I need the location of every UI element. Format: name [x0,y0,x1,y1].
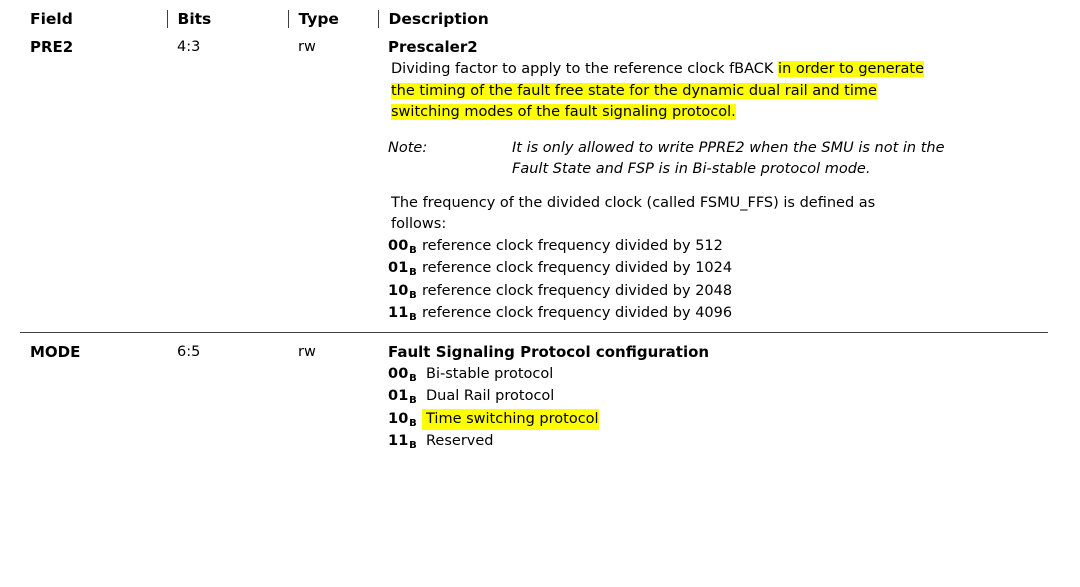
frequency-explanation-line-2: follows: [391,216,447,232]
option-code-base: B [409,395,417,406]
column-header-bits: Bits [166,10,288,28]
intro-highlight-line-1: in order to generate [778,61,925,77]
list-item: 11B Reserved [388,431,1048,454]
option-code: 00B [388,237,417,256]
option-code: 01B [388,388,417,406]
note-line-2: Fault State and FSP is in Bi-stable prot… [512,161,871,177]
table-row: PRE2 4:3 rw Prescaler2 Dividing factor t… [20,28,1048,332]
option-code: 10B [388,282,417,301]
table-body: PRE2 4:3 rw Prescaler2 Dividing factor t… [20,28,1048,460]
field-bits-pre2: 4:3 [177,39,201,55]
option-text: reference clock frequency divided by 512 [422,237,723,254]
table-header: Field Bits Type Description [20,10,1048,28]
option-code: 00B [388,365,417,384]
option-code-base: B [409,372,417,384]
field-name-pre2: PRE2 [30,38,74,56]
option-text: reference clock frequency divided by 204… [422,282,733,299]
table-row: MODE 6:5 rw Fault Signaling Protocol con… [20,331,1048,460]
list-item: 01B reference clock frequency divided by… [388,258,1048,281]
table-header-row: Field Bits Type Description [20,10,1048,28]
note-block-pre2: Note: It is only allowed to write PPRE2 … [388,138,1048,181]
option-code: 11B [388,305,417,323]
description-intro-pre2-line3: switching modes of the fault signaling p… [388,102,1048,124]
option-text: Time switching protocol [422,408,599,430]
option-code: 10B [388,410,417,429]
option-code-base: B [409,267,417,278]
option-code-base: B [409,417,417,429]
description-title-mode: Fault Signaling Protocol configuration [388,342,710,361]
option-code-base: B [409,440,417,451]
list-item: 00B Bi-stable protocol [388,364,1048,387]
frequency-explanation-line-1: The frequency of the divided clock (call… [391,194,876,211]
option-text: reference clock frequency divided by 409… [422,305,733,321]
column-header-description: Description [377,10,1048,28]
intro-highlight-line-3: switching modes of the fault signaling p… [391,104,736,120]
column-header-type: Type [287,10,378,28]
list-item: 10B reference clock frequency divided by… [388,281,1048,304]
value-option-list-mode: 00B Bi-stable protocol 01B Dual Rail pro… [388,364,1048,454]
note-label: Note: [388,139,428,156]
option-text: Bi-stable protocol [426,365,554,382]
intro-plain-text: Dividing factor to apply to the referenc… [391,61,779,77]
list-item: 11B reference clock frequency divided by… [388,303,1048,326]
column-header-field: Field [30,10,73,28]
option-code-base: B [409,289,417,301]
option-code: 01B [388,260,417,278]
list-item: 00B reference clock frequency divided by… [388,236,1048,259]
note-body: It is only allowed to write PPRE2 when t… [512,138,1048,181]
field-description-pre2: Prescaler2 Dividing factor to apply to t… [378,28,1048,332]
option-text: Dual Rail protocol [426,388,555,404]
value-option-list-pre2: 00B reference clock frequency divided by… [388,236,1048,326]
description-intro-pre2: Dividing factor to apply to the referenc… [388,59,1048,81]
option-code: 11B [388,433,417,451]
description-title-pre2: Prescaler2 [388,38,478,56]
description-intro-pre2-line2: the timing of the fault free state for t… [388,81,1048,103]
field-name-mode: MODE [20,331,167,460]
register-description-document: Field Bits Type Description PRE2 4:3 rw … [0,0,1080,587]
option-code-base: B [409,312,417,323]
field-type-mode: rw [288,331,378,460]
intro-highlight-line-2: the timing of the fault free state for t… [391,82,877,99]
list-item: 10B Time switching protocol [388,408,1048,432]
option-code-base: B [409,244,417,256]
option-text: Reserved [426,433,494,449]
list-item: 01B Dual Rail protocol [388,386,1048,409]
field-type-pre2: rw [298,39,316,55]
note-line-1: It is only allowed to write PPRE2 when t… [512,139,945,156]
field-description-mode: Fault Signaling Protocol configuration 0… [378,331,1048,460]
field-bits-mode: 6:5 [167,331,288,460]
register-field-table: Field Bits Type Description PRE2 4:3 rw … [20,10,1048,460]
option-text: reference clock frequency divided by 102… [422,260,733,276]
